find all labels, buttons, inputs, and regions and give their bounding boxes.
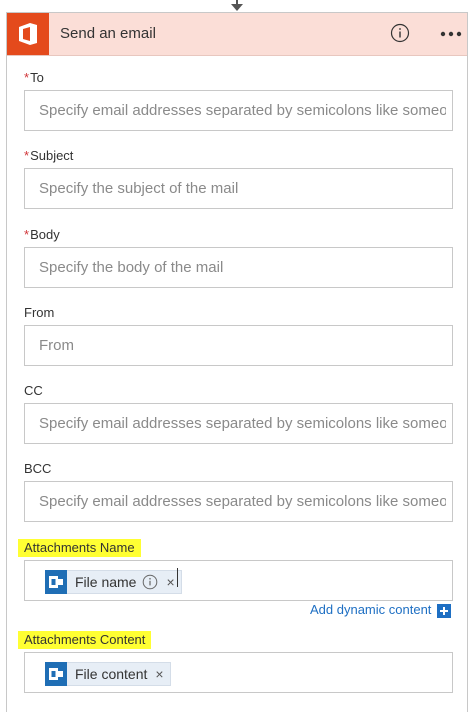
attachments-name-label: Attachments Name [18,539,141,557]
send-email-action-card: Send an email *To Specify email addresse… [6,12,468,712]
outlook-icon [45,570,67,594]
more-options-icon[interactable] [440,31,462,37]
to-label: *To [24,70,44,85]
action-card-header[interactable]: Send an email [7,13,467,56]
from-placeholder: From [39,337,74,354]
flow-connector-arrow-icon [231,0,243,11]
file-name-token-label: File name [75,574,137,590]
subject-field[interactable]: Specify the subject of the mail [24,168,453,209]
cc-label: CC [24,383,43,398]
from-label: From [24,305,55,320]
add-dynamic-content-icon[interactable] [437,604,451,618]
required-star: * [24,148,30,163]
attachments-content-field[interactable]: File content × [24,652,453,693]
cc-placeholder: Specify email addresses separated by sem… [39,415,446,432]
body-placeholder: Specify the body of the mail [39,259,224,276]
office-icon [7,13,49,55]
info-icon[interactable] [142,574,158,590]
body-label: *Body [24,227,60,242]
subject-placeholder: Specify the subject of the mail [39,180,239,197]
file-name-token[interactable]: File name × [45,570,182,594]
add-dynamic-content-link[interactable]: Add dynamic content [310,602,431,617]
body-field[interactable]: Specify the body of the mail [24,247,453,288]
remove-token-icon[interactable]: × [166,574,174,590]
subject-label: *Subject [24,148,74,163]
bcc-field[interactable]: Specify email addresses separated by sem… [24,481,453,522]
attachments-name-field[interactable]: File name × [24,560,453,601]
to-field[interactable]: Specify email addresses separated by sem… [24,90,453,131]
bcc-placeholder: Specify email addresses separated by sem… [39,493,446,510]
info-icon[interactable] [390,23,410,43]
file-content-token[interactable]: File content × [45,662,171,686]
to-placeholder: Specify email addresses separated by sem… [39,102,446,119]
attachments-content-label: Attachments Content [18,631,152,649]
remove-token-icon[interactable]: × [155,666,163,682]
text-caret [177,568,178,587]
bcc-label: BCC [24,461,52,476]
cc-field[interactable]: Specify email addresses separated by sem… [24,403,453,444]
required-star: * [24,70,30,85]
outlook-icon [45,662,67,686]
file-content-token-label: File content [75,666,148,682]
action-card-title: Send an email [60,25,156,42]
from-field[interactable]: From [24,325,453,366]
required-star: * [24,227,30,242]
